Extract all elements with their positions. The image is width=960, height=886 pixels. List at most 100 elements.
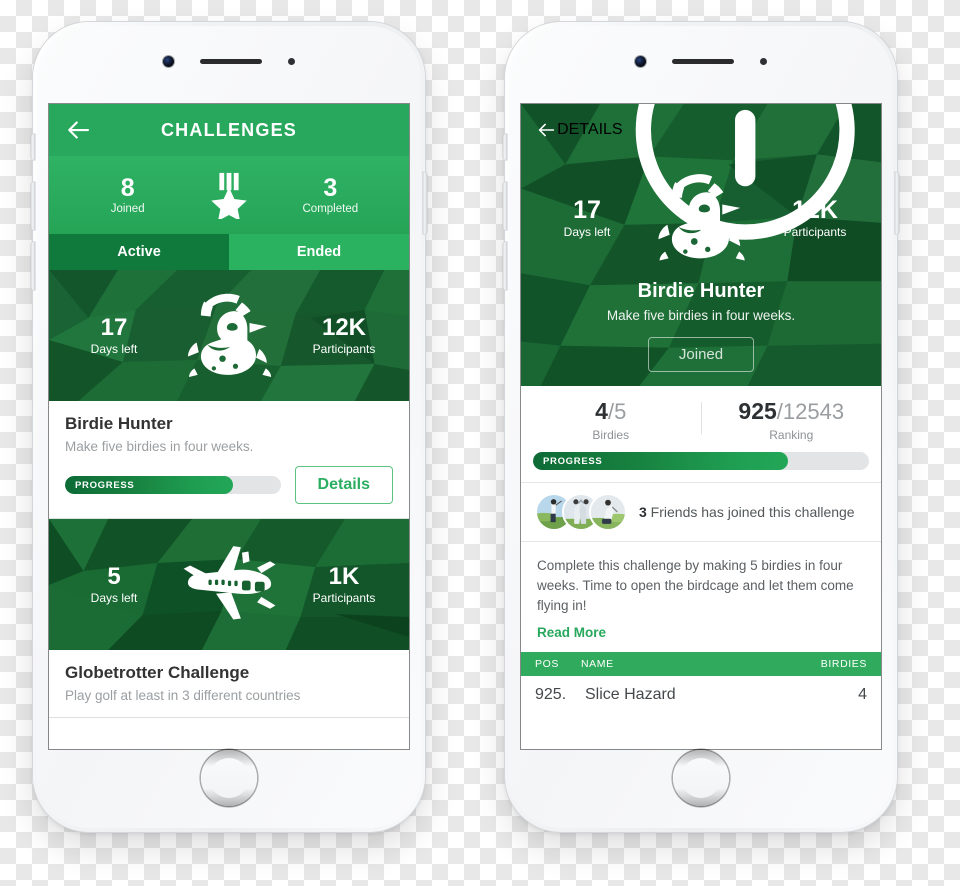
home-button-right[interactable] xyxy=(673,750,729,806)
details-challenge-subtitle: Make five birdies in four weeks. xyxy=(606,308,796,323)
stat-birdies: 4/5 Birdies xyxy=(521,398,701,442)
tab-ended[interactable]: Ended xyxy=(229,234,409,270)
progress-bar-fill: PROGRESS xyxy=(65,476,234,494)
details-challenge-title: Birdie Hunter xyxy=(637,280,765,302)
phone-device-right: DETAILS 17 Days left 12K Participants Bi… xyxy=(503,22,899,832)
challenge-card-body: Birdie Hunter Make five birdies in four … xyxy=(49,401,409,518)
challenge-card-hero: 5 Days left 1K Participants xyxy=(49,519,409,650)
arrow-left-icon[interactable] xyxy=(535,115,557,145)
card-participants-value: 1K xyxy=(328,563,360,591)
progress-bar-label: PROGRESS xyxy=(75,479,135,491)
card-participants-value: 12K xyxy=(321,314,367,342)
screen-details: DETAILS 17 Days left 12K Participants Bi… xyxy=(521,104,881,749)
screen-challenges: CHALLENGES 8 Joined 3 Completed Active E… xyxy=(49,104,409,749)
stat-birdies-label: Birdies xyxy=(592,428,630,442)
stat-joined-value: 8 xyxy=(120,173,135,202)
avatar xyxy=(589,493,627,531)
details-days-left-label: Days left xyxy=(563,225,611,240)
phone-sensors-right xyxy=(505,56,897,67)
about-section: Complete this challenge by making 5 bird… xyxy=(521,542,881,652)
stat-ranking-current: 925 xyxy=(738,398,777,424)
airplane-icon xyxy=(183,545,276,620)
leaderboard-row-name: Slice Hazard xyxy=(585,685,676,703)
challenge-title: Birdie Hunter xyxy=(65,414,173,433)
silent-switch-right[interactable] xyxy=(503,134,507,160)
details-progress: PROGRESS xyxy=(521,446,881,482)
challenges-tabs: Active Ended xyxy=(49,234,409,270)
earpiece-speaker xyxy=(672,59,734,64)
phone-device-left: CHALLENGES 8 Joined 3 Completed Active E… xyxy=(31,22,427,832)
challenge-card-hero: 17 Days left 12K Participants xyxy=(49,270,409,401)
stat-completed: 3 Completed xyxy=(288,175,372,216)
progress-bar-track: PROGRESS xyxy=(533,452,869,470)
leaderboard-header-name: NAME xyxy=(581,657,614,670)
duck-hatching-icon xyxy=(187,293,272,377)
card-participants-label: Participants xyxy=(312,590,376,605)
leaderboard-header-birdies: BIRDIES xyxy=(820,657,867,670)
details-button[interactable]: Details xyxy=(294,466,393,504)
card-days-left-value: 5 xyxy=(107,563,121,591)
card-days-left: 17 Days left xyxy=(71,315,157,355)
volume-down-button-right[interactable] xyxy=(503,242,507,290)
power-button-left[interactable] xyxy=(423,172,427,234)
friends-joined-text: 3 Friends has joined this challenge xyxy=(639,504,855,520)
stat-birdies-total: /5 xyxy=(607,399,627,424)
card-days-left-value: 17 xyxy=(100,314,128,342)
front-camera-icon xyxy=(163,56,174,67)
challenges-summary-band: 8 Joined 3 Completed xyxy=(49,156,409,234)
friends-joined-row[interactable]: 3 Friends has joined this challenge xyxy=(521,482,881,542)
details-days-left: 17 Days left xyxy=(543,195,631,240)
challenge-card-birdie-hunter[interactable]: 17 Days left 12K Participants Birdie Hun… xyxy=(49,270,409,519)
volume-down-button-left[interactable] xyxy=(31,242,35,290)
challenge-subtitle: Make five birdies in four weeks. xyxy=(65,439,254,454)
stat-ranking: 925/12543 Ranking xyxy=(702,398,882,442)
details-stats: 4/5 Birdies 925/12543 Ranking xyxy=(521,386,881,446)
leaderboard-row-birdies: 4 xyxy=(858,685,867,703)
about-text: Complete this challenge by making 5 bird… xyxy=(537,558,854,613)
silent-switch-left[interactable] xyxy=(31,134,35,160)
card-participants: 12K Participants xyxy=(301,315,387,355)
stat-joined: 8 Joined xyxy=(86,173,170,216)
friend-avatars xyxy=(535,493,627,531)
table-row[interactable]: 925. Slice Hazard 4 xyxy=(521,675,881,714)
stat-joined-label: Joined xyxy=(110,203,145,216)
volume-up-button-left[interactable] xyxy=(31,182,35,230)
info-circle-icon[interactable] xyxy=(623,104,867,252)
details-appbar: DETAILS xyxy=(521,104,881,240)
phone-sensors-left xyxy=(33,56,425,67)
volume-up-button-right[interactable] xyxy=(503,182,507,230)
home-button-left[interactable] xyxy=(201,750,257,806)
page-title: DETAILS xyxy=(557,121,623,138)
details-days-left-value: 17 xyxy=(573,195,601,224)
card-participants-label: Participants xyxy=(312,341,376,356)
proximity-sensor-icon xyxy=(760,58,767,65)
challenge-card-globetrotter[interactable]: 5 Days left 1K Participants Globetrotter… xyxy=(49,519,409,718)
stat-birdies-current: 4 xyxy=(595,398,608,424)
card-days-left: 5 Days left xyxy=(71,564,157,604)
stat-birdies-value: 4/5 xyxy=(521,398,701,425)
screenshot-stage: CHALLENGES 8 Joined 3 Completed Active E… xyxy=(0,0,960,886)
joined-button[interactable]: Joined xyxy=(647,337,755,372)
challenges-appbar: CHALLENGES xyxy=(49,104,409,156)
stat-ranking-total: /12543 xyxy=(776,399,845,424)
front-camera-icon xyxy=(635,56,646,67)
friends-count: 3 xyxy=(639,504,647,520)
page-title: CHALLENGES xyxy=(160,119,297,140)
challenge-subtitle: Play golf at least in 3 different countr… xyxy=(65,688,301,703)
leaderboard-row-pos: 925. xyxy=(535,685,567,703)
details-hero-content: DETAILS 17 Days left 12K Participants Bi… xyxy=(521,104,881,386)
challenge-card-body: Globetrotter Challenge Play golf at leas… xyxy=(49,650,409,717)
medal-star-icon xyxy=(211,172,247,219)
leaderboard-header: POS NAME BIRDIES xyxy=(521,651,881,676)
read-more-link[interactable]: Read More xyxy=(537,625,865,640)
tab-active[interactable]: Active xyxy=(49,234,229,270)
progress-bar-fill: PROGRESS xyxy=(533,452,789,470)
earpiece-speaker xyxy=(200,59,262,64)
power-button-right[interactable] xyxy=(895,172,899,234)
challenge-progress-row: PROGRESS Details xyxy=(65,466,393,504)
stat-ranking-value: 925/12543 xyxy=(702,398,882,425)
details-hero: DETAILS 17 Days left 12K Participants Bi… xyxy=(521,104,881,386)
leaderboard-header-pos: POS xyxy=(535,657,559,670)
proximity-sensor-icon xyxy=(288,58,295,65)
card-days-left-label: Days left xyxy=(90,590,138,605)
